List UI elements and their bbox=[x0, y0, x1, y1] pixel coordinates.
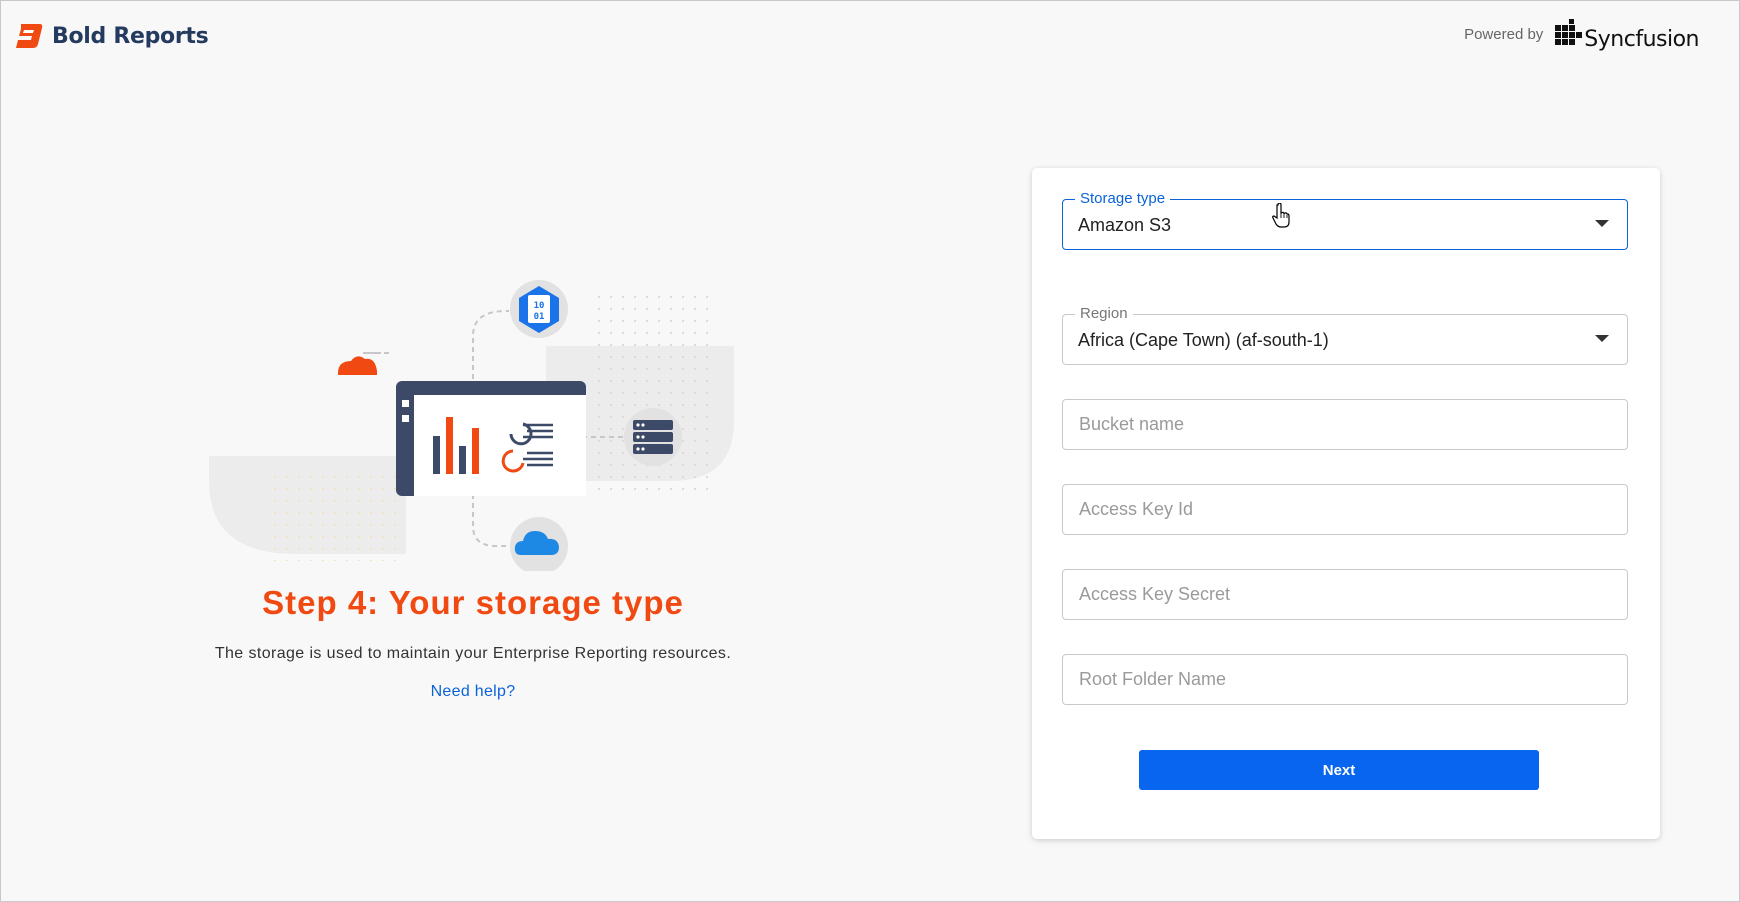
storage-illustration: 10 01 bbox=[209, 280, 734, 571]
access-key-id-field[interactable] bbox=[1062, 484, 1628, 535]
dot-grid-left bbox=[273, 466, 403, 561]
region-select[interactable]: Region Africa (Cape Town) (af-south-1) bbox=[1062, 305, 1628, 365]
orange-cloud-icon bbox=[338, 352, 389, 375]
database-server-icon bbox=[624, 408, 682, 466]
step-description: The storage is used to maintain your Ent… bbox=[214, 645, 732, 662]
region-label: Region bbox=[1075, 305, 1133, 323]
storage-form-card: Storage type Amazon S3 Region Africa (Ca… bbox=[1032, 168, 1660, 839]
binary-file-icon: 10 01 bbox=[510, 280, 568, 338]
chevron-down-icon[interactable] bbox=[1595, 220, 1609, 227]
syncfusion-grid-icon bbox=[1555, 19, 1583, 45]
app-frame: Bold Reports Powered by Syncfusion 10 01… bbox=[0, 0, 1740, 902]
powered-by-label: Powered by bbox=[1464, 25, 1544, 43]
hand-cursor-icon bbox=[1272, 203, 1290, 228]
storage-type-label: Storage type bbox=[1075, 190, 1171, 208]
root-folder-name-field[interactable] bbox=[1062, 654, 1628, 705]
region-value: Africa (Cape Town) (af-south-1) bbox=[1078, 330, 1329, 350]
next-button[interactable]: Next bbox=[1139, 750, 1539, 790]
need-help-link[interactable]: Need help? bbox=[1, 683, 945, 701]
access-key-secret-input[interactable] bbox=[1063, 570, 1627, 619]
storage-type-select[interactable]: Storage type Amazon S3 bbox=[1062, 190, 1628, 250]
syncfusion-name: Syncfusion bbox=[1584, 27, 1699, 52]
svg-text:10: 10 bbox=[534, 301, 545, 311]
syncfusion-logo[interactable]: Syncfusion bbox=[1555, 19, 1699, 52]
storage-type-value: Amazon S3 bbox=[1078, 215, 1172, 235]
access-key-id-input[interactable] bbox=[1063, 485, 1627, 534]
root-folder-name-input[interactable] bbox=[1063, 655, 1627, 704]
cloud-icon bbox=[510, 517, 568, 571]
bucket-name-input[interactable] bbox=[1063, 400, 1627, 449]
access-key-secret-field[interactable] bbox=[1062, 569, 1628, 620]
bold-reports-logo-icon bbox=[16, 24, 43, 48]
bucket-name-field[interactable] bbox=[1062, 399, 1628, 450]
powered-by: Powered by Syncfusion bbox=[1464, 19, 1699, 52]
brand[interactable]: Bold Reports bbox=[14, 21, 209, 51]
step-title: Step 4: Your storage type bbox=[262, 584, 684, 621]
chevron-down-icon[interactable] bbox=[1595, 335, 1609, 342]
svg-text:01: 01 bbox=[534, 312, 545, 322]
report-dashboard-icon bbox=[396, 381, 586, 496]
brand-name: Bold Reports bbox=[52, 23, 209, 49]
